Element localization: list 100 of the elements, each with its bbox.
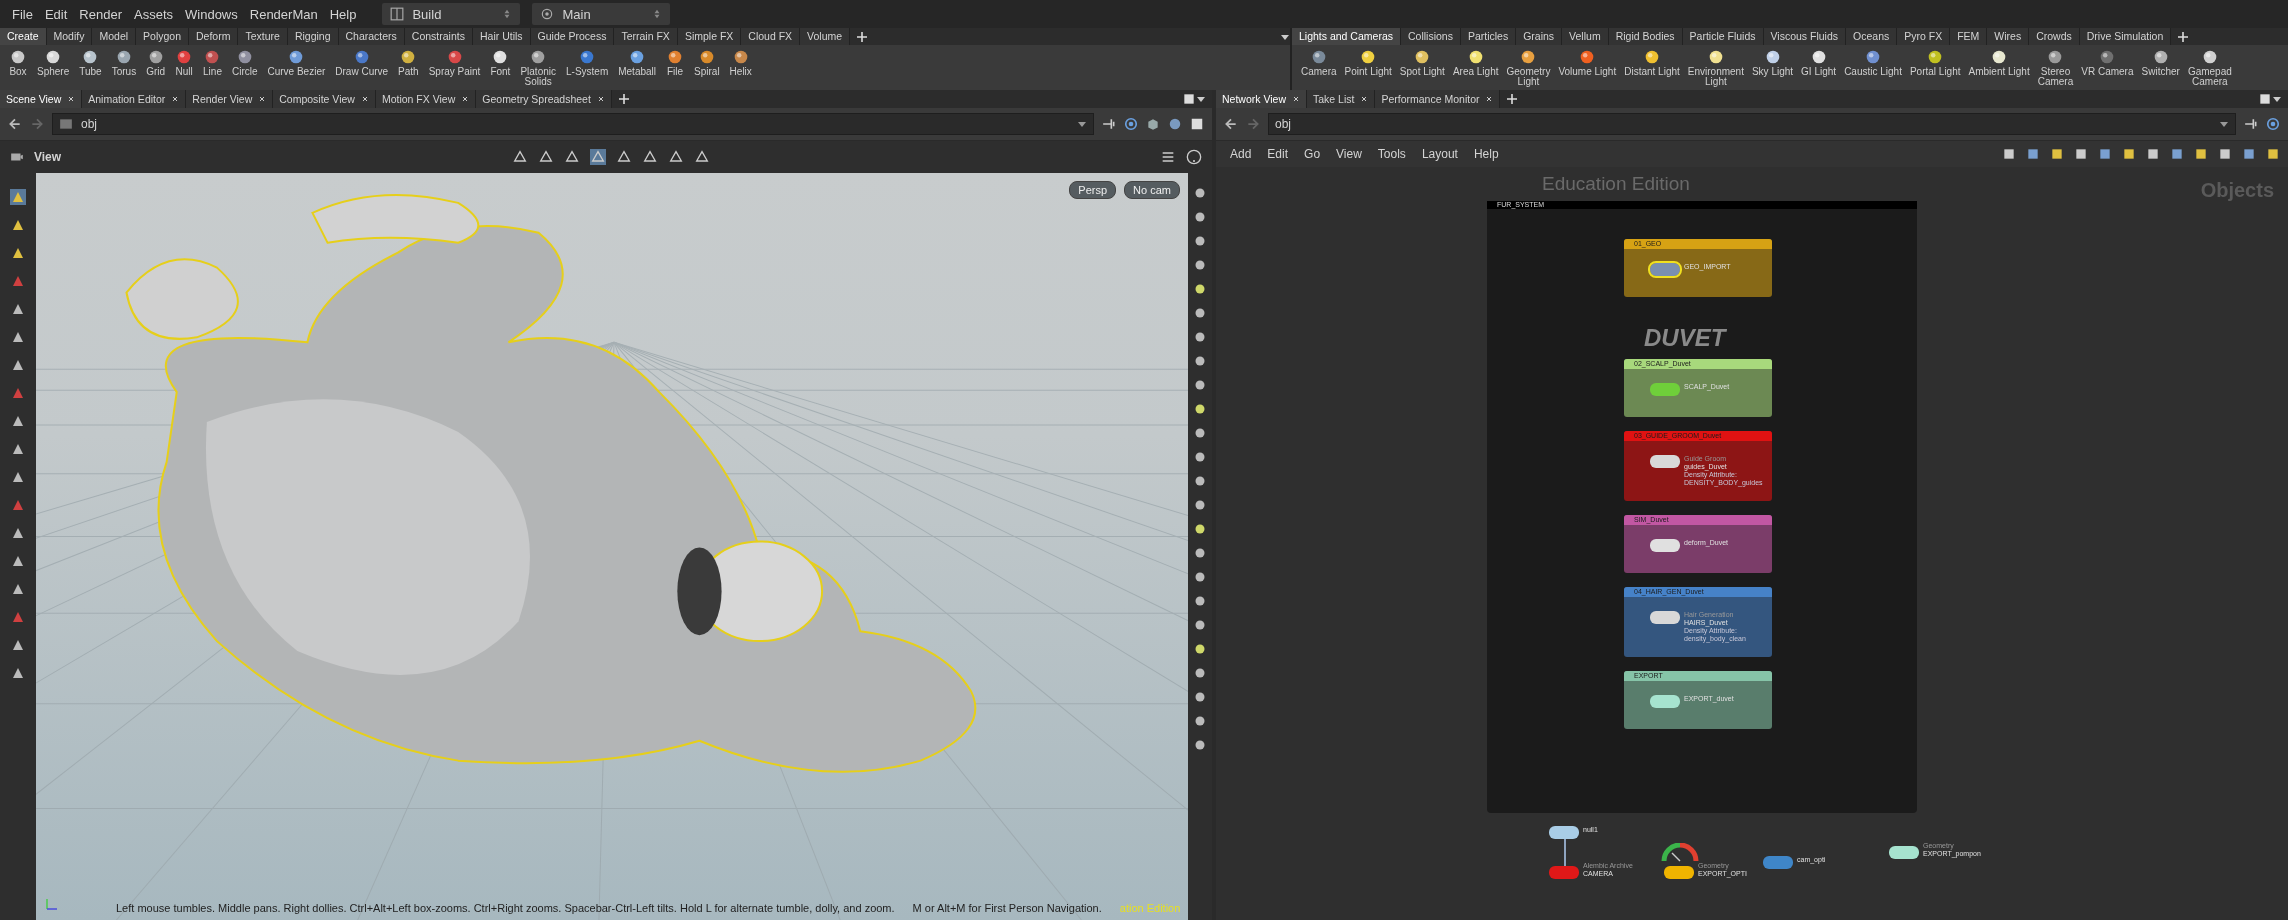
- menu-item[interactable]: Tools: [1371, 147, 1412, 161]
- menu-item[interactable]: Edit: [38, 6, 74, 22]
- network-node[interactable]: [1889, 846, 1919, 859]
- tool-icon[interactable]: [589, 149, 606, 165]
- shelf-tool-button[interactable]: GI Light: [1798, 47, 1840, 78]
- menu-item[interactable]: Add: [1224, 147, 1258, 161]
- shelf-tool-button[interactable]: Distant Light: [1621, 47, 1683, 78]
- target-icon[interactable]: [1124, 117, 1138, 131]
- shelf-tab[interactable]: Volume: [800, 28, 851, 45]
- path-field[interactable]: obj: [1268, 113, 2236, 135]
- help-icon[interactable]: [1186, 149, 1202, 165]
- network-node[interactable]: [1763, 856, 1793, 869]
- shelf-tab[interactable]: Polygon: [136, 28, 189, 45]
- shelf-tool-button[interactable]: Helix: [726, 47, 755, 78]
- shelf-tab[interactable]: Guide Process: [530, 28, 615, 45]
- dropdown-arrow-icon[interactable]: [2272, 94, 2282, 104]
- shelf-tab[interactable]: Terrain FX: [614, 28, 678, 45]
- pane-tab[interactable]: Animation Editor: [82, 90, 187, 108]
- shelf-tab[interactable]: Wires: [1987, 28, 2030, 45]
- shelf-tool-button[interactable]: Curve Bezier: [264, 47, 329, 78]
- pane-tab[interactable]: Motion FX View: [375, 90, 477, 108]
- shelf-tab[interactable]: Rigid Bodies: [1608, 28, 1683, 45]
- shelf-tool-button[interactable]: Platonic Solids: [517, 47, 559, 88]
- network-node[interactable]: [1650, 611, 1680, 624]
- shelf-tool-button[interactable]: Portal Light: [1906, 47, 1964, 78]
- shelf-tab[interactable]: Rigging: [287, 28, 339, 45]
- shelf-tool-button[interactable]: Stereo Camera: [2034, 47, 2077, 88]
- shelf-tab[interactable]: Viscous Fluids: [1763, 28, 1847, 45]
- add-tab-icon[interactable]: [1506, 93, 1519, 105]
- shelf-tool-button[interactable]: VR Camera: [2078, 47, 2137, 78]
- shelf-tab[interactable]: Pyro FX: [1897, 28, 1951, 45]
- network-node[interactable]: [1650, 263, 1680, 276]
- close-icon[interactable]: [1360, 95, 1369, 103]
- shelf-tool-button[interactable]: Sphere: [34, 47, 73, 78]
- tool-icon[interactable]: [2242, 147, 2256, 161]
- shelf-tool-button[interactable]: Font: [487, 47, 514, 78]
- network-node[interactable]: [1650, 383, 1680, 396]
- desktop-dropdown[interactable]: Build: [382, 3, 521, 25]
- tool-icon[interactable]: [2002, 147, 2016, 161]
- shelf-tool-button[interactable]: Switcher: [2138, 47, 2183, 78]
- menu-item[interactable]: Windows: [179, 6, 244, 22]
- pin-icon[interactable]: [2244, 117, 2258, 131]
- menu-item[interactable]: RenderMan: [243, 6, 324, 22]
- shelf-tab[interactable]: Hair Utils: [472, 28, 531, 45]
- view-dropdown-button[interactable]: No cam: [1124, 181, 1180, 199]
- close-icon[interactable]: [360, 95, 369, 103]
- pane-tab[interactable]: Composite View: [273, 90, 376, 108]
- tool-icon[interactable]: [2218, 147, 2232, 161]
- shelf-tool-button[interactable]: Gamepad Camera: [2184, 47, 2235, 88]
- tool-icon[interactable]: [563, 149, 580, 165]
- menu-item[interactable]: Render: [73, 6, 128, 22]
- menu-item[interactable]: Layout: [1415, 147, 1464, 161]
- tool-icon[interactable]: [2098, 147, 2112, 161]
- shelf-tab[interactable]: Simple FX: [677, 28, 742, 45]
- shelf-tab[interactable]: Oceans: [1846, 28, 1898, 45]
- tool-icon[interactable]: [511, 149, 528, 165]
- shelf-tool-button[interactable]: Spot Light: [1396, 47, 1448, 78]
- network-node[interactable]: [1664, 866, 1694, 879]
- close-icon[interactable]: [596, 95, 605, 103]
- target-icon[interactable]: [2266, 117, 2280, 131]
- pane-tab[interactable]: Network View: [1216, 90, 1307, 108]
- tool-icon[interactable]: [615, 149, 632, 165]
- add-tab-icon[interactable]: [2177, 30, 2190, 43]
- back-arrow-icon[interactable]: [1224, 117, 1238, 131]
- shelf-tab[interactable]: Collisions: [1400, 28, 1461, 45]
- cube-icon[interactable]: [1146, 117, 1160, 131]
- shelf-tool-button[interactable]: Caustic Light: [1841, 47, 1905, 78]
- shelf-tool-button[interactable]: Tube: [76, 47, 105, 78]
- close-icon[interactable]: [171, 95, 180, 103]
- add-tab-icon[interactable]: [856, 30, 869, 43]
- square-icon[interactable]: [1182, 92, 1196, 106]
- shelf-tab[interactable]: Grains: [1516, 28, 1563, 45]
- pane-tab[interactable]: Take List: [1307, 90, 1376, 108]
- shelf-tool-button[interactable]: Null: [172, 47, 197, 78]
- shelf-tool-button[interactable]: File: [663, 47, 688, 78]
- shelf-tab[interactable]: Create: [0, 28, 47, 45]
- shelf-tool-button[interactable]: Ambient Light: [1965, 47, 2033, 78]
- shelf-tool-button[interactable]: Geometry Light: [1503, 47, 1554, 88]
- tool-icon[interactable]: [641, 149, 658, 165]
- shelf-tool-button[interactable]: Torus: [108, 47, 140, 78]
- shelf-tool-button[interactable]: Sky Light: [1748, 47, 1797, 78]
- context-dropdown[interactable]: Main: [532, 3, 671, 25]
- tool-icon[interactable]: [2050, 147, 2064, 161]
- shelf-tool-button[interactable]: Metaball: [615, 47, 660, 78]
- shelf-tab[interactable]: Particle Fluids: [1682, 28, 1764, 45]
- menu-item[interactable]: Go: [1298, 147, 1327, 161]
- square-icon[interactable]: [1190, 117, 1204, 131]
- shelf-tool-button[interactable]: Box: [6, 47, 30, 78]
- tool-icon[interactable]: [2026, 147, 2040, 161]
- tool-icon[interactable]: [2146, 147, 2160, 161]
- shelf-tab[interactable]: Modify: [46, 28, 93, 45]
- shelf-tool-button[interactable]: Camera: [1298, 47, 1340, 78]
- network-node[interactable]: [1549, 826, 1579, 839]
- view-dropdown-button[interactable]: Persp: [1069, 181, 1117, 199]
- shelf-tab[interactable]: Characters: [338, 28, 405, 45]
- tool-icon[interactable]: [2074, 147, 2088, 161]
- pane-tab[interactable]: Scene View: [0, 90, 83, 108]
- tool-icon[interactable]: [2122, 147, 2136, 161]
- network-node[interactable]: [1650, 539, 1680, 552]
- tool-icon[interactable]: [667, 149, 684, 165]
